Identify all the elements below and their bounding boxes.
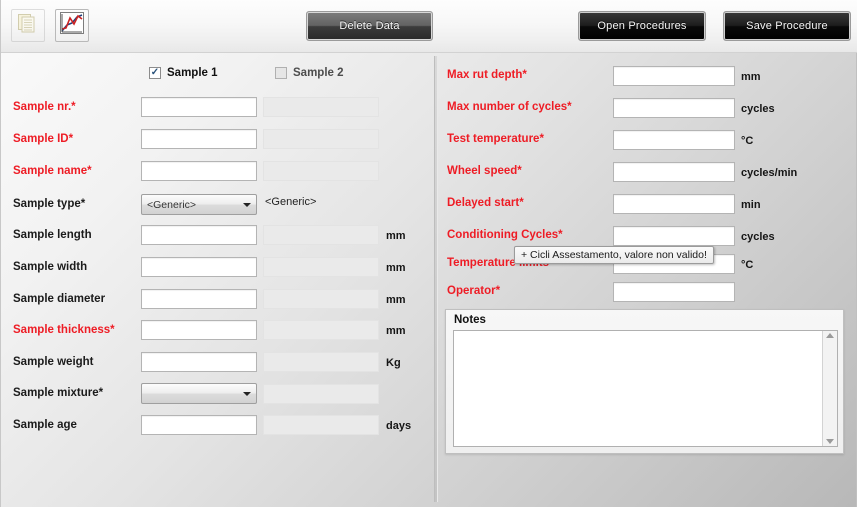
validation-tooltip: + Cicli Assestamento, valore non valido! (514, 246, 714, 264)
input-sample-age-2 (263, 415, 379, 435)
label-operator: Operator* (447, 285, 501, 297)
scroll-up-icon[interactable] (826, 333, 834, 338)
label-max-number-of-cycles: Max number of cycles* (447, 101, 572, 113)
input-sample-mixture-2 (263, 384, 379, 404)
input-sample-age[interactable] (141, 415, 257, 435)
input-sample-thickness-2 (263, 320, 379, 340)
label-sample-width: Sample width (13, 261, 88, 273)
label-wheel-speed: Wheel speed* (447, 165, 522, 177)
unit-sample-diameter: mm (386, 294, 406, 306)
label-conditioning-cycles: Conditioning Cycles* (447, 229, 563, 241)
notes-title: Notes (454, 314, 486, 326)
input-wheel-speed[interactable] (613, 162, 735, 182)
label-test-temperature: Test temperature* (447, 133, 544, 145)
input-sample-name[interactable] (141, 161, 257, 181)
label-sample-nr: Sample nr.* (13, 101, 76, 113)
notes-scrollbar[interactable] (822, 331, 837, 446)
unit-temperature-limits: °C (741, 259, 754, 271)
label-sample-weight: Sample weight (13, 356, 94, 368)
unit-sample-thickness: mm (386, 325, 406, 337)
open-procedures-label: Open Procedures (597, 20, 687, 32)
input-test-temperature[interactable] (613, 130, 735, 150)
unit-max-rut-depth: mm (741, 71, 761, 83)
check-icon: ✓ (150, 67, 160, 78)
input-delayed-start[interactable] (613, 194, 735, 214)
open-procedures-button[interactable]: Open Procedures (578, 11, 706, 41)
save-procedure-label: Save Procedure (746, 20, 828, 32)
label-sample-length: Sample length (13, 229, 92, 241)
input-sample-diameter-2 (263, 289, 379, 309)
input-sample-id-2 (263, 129, 379, 149)
procedure-setup-window: Delete Data Open Procedures Save Procedu… (0, 0, 857, 507)
validation-tooltip-text: + Cicli Assestamento, valore non valido! (521, 249, 707, 261)
save-procedure-button[interactable]: Save Procedure (723, 11, 851, 41)
unit-sample-weight: Kg (386, 357, 401, 369)
label-sample-thickness: Sample thickness* (13, 324, 115, 336)
delete-data-button[interactable]: Delete Data (306, 11, 433, 41)
select-sample-type-value: <Generic> (147, 198, 197, 211)
toolbar: Delete Data Open Procedures Save Procedu… (1, 0, 857, 53)
sample-1-label: Sample 1 (167, 67, 218, 79)
input-conditioning-cycles[interactable] (613, 226, 735, 246)
input-sample-id[interactable] (141, 129, 257, 149)
chart-curve-icon-button[interactable] (55, 9, 89, 42)
unit-sample-width: mm (386, 262, 406, 274)
copy-pages-icon-button[interactable] (11, 9, 45, 42)
input-sample-diameter[interactable] (141, 289, 257, 309)
unit-wheel-speed: cycles/min (741, 167, 798, 179)
input-sample-width[interactable] (141, 257, 257, 277)
sample-2-label: Sample 2 (293, 67, 344, 79)
chevron-down-icon[interactable] (238, 391, 256, 396)
input-max-rut-depth[interactable] (613, 66, 735, 86)
label-sample-name: Sample name* (13, 165, 92, 177)
input-sample-length-2 (263, 225, 379, 245)
label-sample-id: Sample ID* (13, 133, 74, 145)
input-sample-name-2 (263, 161, 379, 181)
sample-type-value-2: <Generic> (265, 196, 317, 208)
scroll-down-icon[interactable] (826, 439, 834, 444)
label-sample-age: Sample age (13, 419, 77, 431)
sample-1-checkbox-box[interactable]: ✓ (149, 67, 161, 79)
notes-panel: Notes (445, 309, 844, 454)
unit-delayed-start: min (741, 199, 761, 211)
sample-2-checkbox-box[interactable] (275, 67, 287, 79)
input-sample-weight[interactable] (141, 352, 257, 372)
label-sample-type: Sample type* (13, 198, 86, 210)
input-sample-thickness[interactable] (141, 320, 257, 340)
unit-max-number-of-cycles: cycles (741, 103, 775, 115)
input-sample-width-2 (263, 257, 379, 277)
unit-test-temperature: °C (741, 135, 754, 147)
unit-conditioning-cycles: cycles (741, 231, 775, 243)
input-sample-weight-2 (263, 352, 379, 372)
label-delayed-start: Delayed start* (447, 197, 524, 209)
copy-pages-icon (17, 13, 39, 38)
input-max-number-of-cycles[interactable] (613, 98, 735, 118)
sample-1-checkbox[interactable]: ✓ Sample 1 (149, 67, 218, 79)
unit-sample-age: days (386, 420, 412, 432)
select-sample-mixture[interactable] (141, 383, 257, 404)
select-sample-type[interactable]: <Generic> (141, 194, 257, 215)
delete-data-label: Delete Data (339, 20, 400, 32)
label-max-rut-depth: Max rut depth* (447, 69, 527, 81)
notes-text-value[interactable] (454, 331, 822, 446)
input-sample-nr[interactable] (141, 97, 257, 117)
sample-2-checkbox[interactable]: Sample 2 (275, 67, 344, 79)
input-sample-length[interactable] (141, 225, 257, 245)
unit-sample-length: mm (386, 230, 406, 242)
label-sample-mixture: Sample mixture* (13, 387, 104, 399)
chart-curve-icon (60, 12, 84, 39)
input-operator[interactable] (613, 282, 735, 302)
label-sample-diameter: Sample diameter (13, 293, 106, 305)
chevron-down-icon[interactable] (238, 202, 256, 207)
panel-divider (434, 56, 438, 502)
input-sample-nr-2 (263, 97, 379, 117)
notes-textarea[interactable] (453, 330, 838, 447)
